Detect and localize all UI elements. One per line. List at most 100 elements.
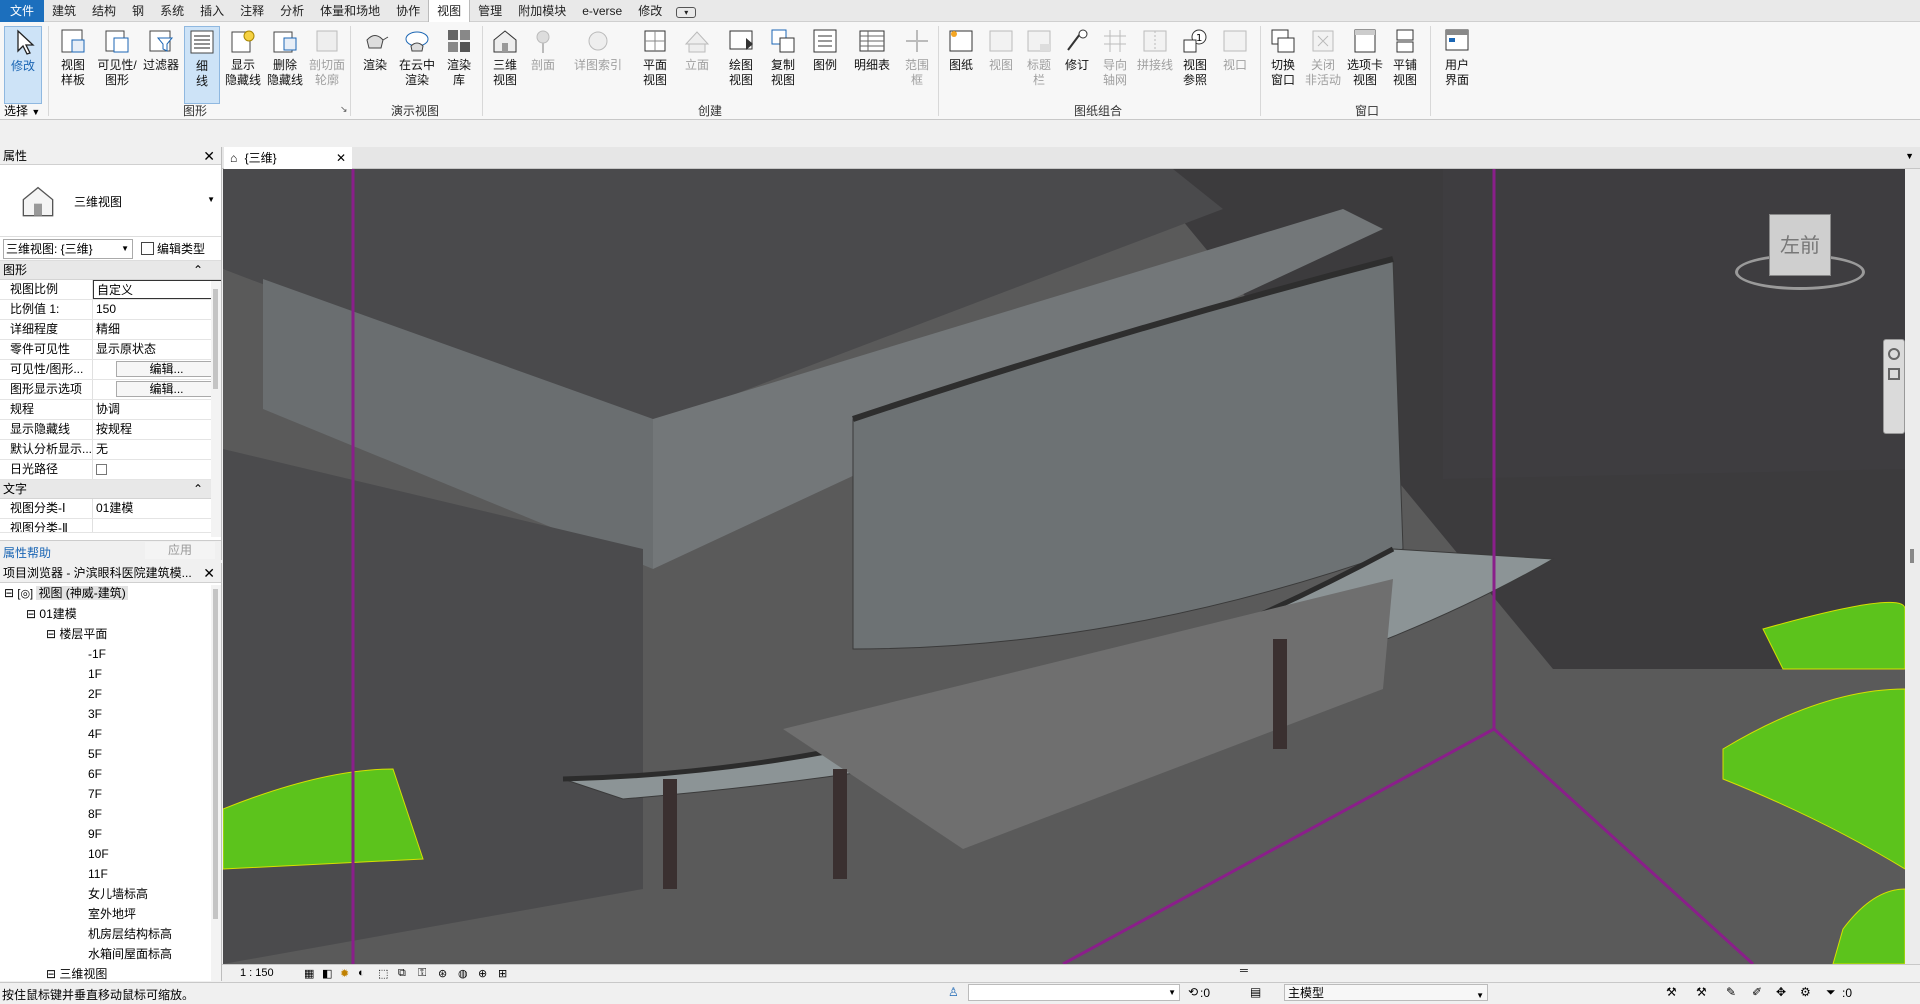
tree-level[interactable]: -1F (0, 644, 221, 664)
prop-value[interactable]: 精细 (93, 320, 221, 339)
type-selector-preview[interactable]: 三维视图 ▼ (0, 165, 221, 237)
view-tab-3d[interactable]: ⌂ {三维} ✕ (224, 147, 352, 169)
matchline-button[interactable]: 拼接线 (1134, 26, 1176, 104)
tab-manage[interactable]: 管理 (470, 0, 510, 22)
legends-button[interactable]: 图例 (804, 26, 846, 104)
tree-level[interactable]: 机房层结构标高 (0, 924, 221, 944)
workset-dropdown[interactable]: ▼ (968, 984, 1180, 1001)
modify-button[interactable]: 修改 (4, 26, 42, 104)
tab-e-verse[interactable]: e-verse (574, 0, 630, 22)
tree-node-views[interactable]: ⊟ [◎] 视图 (神威-建筑) (0, 583, 221, 604)
plan-views-button[interactable]: 平面 视图 (634, 26, 676, 104)
section-graphics[interactable]: 图形 ⌃ (0, 261, 221, 280)
tree-level[interactable]: 11F (0, 864, 221, 884)
tree-level[interactable]: 室外地坪 (0, 904, 221, 924)
prop-value[interactable] (93, 519, 221, 532)
visual-style-icon[interactable]: ◧ (322, 967, 332, 980)
elevation-button[interactable]: 立面 (676, 26, 718, 104)
prop-value[interactable]: 协调 (93, 400, 221, 419)
tree-level[interactable]: 3F (0, 704, 221, 724)
detail-level-icon[interactable]: ▦ (304, 967, 314, 980)
scope-box-button[interactable]: 范围框 (896, 26, 938, 104)
drafting-view-button[interactable]: 绘图 视图 (720, 26, 762, 104)
guide-grid-button[interactable]: 导向 轴网 (1094, 26, 1136, 104)
tree-node-3d-views[interactable]: ⊟ 三维视图 (0, 964, 221, 981)
edit-button[interactable]: 编辑... (116, 361, 217, 377)
schedules-button[interactable]: 明细表 (848, 26, 896, 104)
viewport-scrollbar[interactable] (1905, 169, 1920, 964)
steering-wheel-icon[interactable] (1888, 348, 1900, 360)
edit-type-button[interactable]: 编辑类型 (141, 240, 205, 257)
select-links-icon[interactable]: ⚒ (1666, 985, 1677, 999)
tile-views-button[interactable]: 平铺 视图 (1384, 26, 1426, 104)
cut-profile-button[interactable]: 剖切面 轮廓 (306, 26, 348, 104)
sun-path-icon[interactable]: ✹ (340, 967, 349, 980)
tab-massing-site[interactable]: 体量和场地 (312, 0, 388, 22)
tree-level[interactable]: 7F (0, 784, 221, 804)
callout-button[interactable]: 详图索引 (568, 26, 628, 104)
tab-insert[interactable]: 插入 (192, 0, 232, 22)
zoom-icon[interactable] (1888, 368, 1900, 380)
select-underlay-icon[interactable]: ⚒ (1696, 985, 1707, 999)
sheet-button[interactable]: 图纸 (940, 26, 982, 104)
scale-value[interactable]: 1 : 150 (240, 967, 274, 979)
tree-level[interactable]: 5F (0, 744, 221, 764)
tree-level[interactable]: 1F (0, 664, 221, 684)
close-inactive-button[interactable]: 关闭 非活动 (1302, 26, 1344, 104)
tree-node-group[interactable]: ⊟ 01建模 (0, 604, 221, 624)
close-icon[interactable]: ✕ (336, 147, 346, 169)
cloud-render-button[interactable]: 在云中 渲染 (396, 26, 438, 104)
scrollbar-thumb[interactable] (1910, 549, 1914, 563)
tree-level[interactable]: 2F (0, 684, 221, 704)
background-process-icon[interactable]: ⚙ (1800, 985, 1811, 999)
switch-windows-button[interactable]: 切换 窗口 (1262, 26, 1304, 104)
place-view-button[interactable]: 视图 (980, 26, 1022, 104)
tab-systems[interactable]: 系统 (152, 0, 192, 22)
instance-selector[interactable]: 三维视图: {三维} ▼ (3, 238, 133, 259)
render-button[interactable]: 渲染 (354, 26, 396, 104)
thin-lines-button[interactable]: 细线 (184, 26, 220, 104)
prop-value[interactable]: 150 (93, 300, 221, 319)
show-constraints-icon[interactable]: ⊞ (498, 967, 507, 980)
navigation-bar[interactable] (1883, 339, 1905, 434)
sun-path-checkbox[interactable] (96, 464, 107, 476)
scrollbar-thumb[interactable] (213, 289, 218, 389)
hide-isolate-icon[interactable]: ⊛ (438, 967, 447, 980)
tree-level[interactable]: 4F (0, 724, 221, 744)
drag-handle-icon[interactable]: ═ (1240, 965, 1248, 977)
view-reference-button[interactable]: 1 视图 参照 (1174, 26, 1216, 104)
edit-button[interactable]: 编辑... (116, 381, 217, 397)
close-icon[interactable]: ✕ (203, 563, 215, 583)
show-hidden-lines-button[interactable]: 显示 隐藏线 (222, 26, 264, 104)
panel-toggle-button[interactable]: ▾ (670, 0, 702, 22)
select-dropdown[interactable]: 选择 ▼ (4, 102, 40, 119)
prop-value[interactable]: 01建模 (93, 499, 221, 518)
3d-viewport[interactable]: 左前 (223, 169, 1905, 964)
scrollbar-thumb[interactable] (213, 589, 218, 919)
drag-on-selection-icon[interactable]: ✥ (1776, 985, 1786, 999)
tab-modify[interactable]: 修改 (630, 0, 670, 22)
remove-hidden-lines-button[interactable]: 删除 隐藏线 (264, 26, 306, 104)
tab-file[interactable]: 文件 (0, 0, 45, 22)
prop-value[interactable]: 无 (93, 440, 221, 459)
browser-scrollbar[interactable] (211, 585, 221, 981)
shadows-icon[interactable]: ◐ (358, 967, 365, 979)
user-interface-button[interactable]: 用户 界面 (1436, 26, 1478, 104)
section-text[interactable]: 文字 ⌃ (0, 480, 221, 499)
duplicate-view-button[interactable]: 复制 视图 (762, 26, 804, 104)
tree-level[interactable]: 10F (0, 844, 221, 864)
sync-icon[interactable]: ⟲ (1188, 985, 1198, 999)
properties-scrollbar[interactable] (211, 281, 221, 537)
select-pinned-icon[interactable]: ✎ (1726, 985, 1736, 999)
viewports-button[interactable]: 视口 (1214, 26, 1256, 104)
properties-help-link[interactable]: 属性帮助 (3, 544, 51, 561)
revisions-button[interactable]: 修订 (1056, 26, 1098, 104)
apply-button[interactable]: 应用 (145, 542, 215, 559)
render-gallery-button[interactable]: 渲染库 (438, 26, 480, 104)
close-icon[interactable]: ✕ (203, 147, 215, 165)
tab-steel[interactable]: 钢 (124, 0, 152, 22)
graphics-dialog-launcher-icon[interactable]: ↘ (340, 104, 348, 115)
tab-list-dropdown-icon[interactable]: ▼ (1905, 151, 1914, 161)
tree-level[interactable]: 6F (0, 764, 221, 784)
worksharing-icon[interactable]: ♙ (948, 985, 959, 999)
